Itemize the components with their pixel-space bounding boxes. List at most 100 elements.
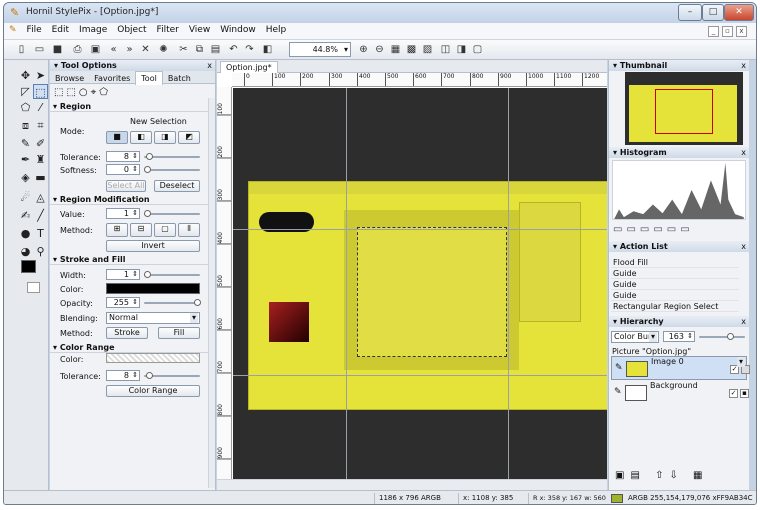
- layer-row[interactable]: ✎ Image 0 ✓: [611, 356, 750, 380]
- contract-button[interactable]: ⊟: [130, 223, 152, 237]
- range-tolerance-spin[interactable]: 8: [106, 370, 140, 381]
- color-picker-icon[interactable]: ◕: [18, 244, 33, 259]
- rect-select-tool-icon[interactable]: ⬚: [33, 84, 48, 99]
- maximize-button[interactable]: □: [702, 4, 724, 21]
- border-button[interactable]: ▢: [154, 223, 176, 237]
- expand-button[interactable]: ⊞: [106, 223, 128, 237]
- stroke-color-swatch[interactable]: [106, 283, 200, 294]
- select-all-button[interactable]: Select All: [106, 180, 146, 192]
- menu-image[interactable]: Image: [74, 23, 112, 37]
- list-item[interactable]: Guide: [611, 268, 739, 279]
- fit-window-icon[interactable]: ▦: [388, 42, 403, 57]
- zoom-tool-icon[interactable]: ⚲: [33, 244, 48, 259]
- slider-knob[interactable]: [144, 166, 151, 173]
- subtract-selection-button[interactable]: ◨: [154, 131, 176, 144]
- close-icon[interactable]: x: [741, 60, 746, 71]
- region-modification-heading[interactable]: ▾ Region Modification: [50, 195, 208, 205]
- minimize-button[interactable]: –: [678, 4, 702, 21]
- vertical-guide[interactable]: [346, 88, 347, 479]
- redo-icon[interactable]: ↷: [242, 42, 257, 57]
- effects-icon[interactable]: ✺: [156, 42, 171, 57]
- open-folder-icon[interactable]: ▭: [32, 42, 47, 57]
- slider-knob[interactable]: [144, 210, 151, 217]
- visibility-checkbox[interactable]: ✓: [729, 389, 738, 398]
- layout-single-icon[interactable]: ▢: [470, 42, 485, 57]
- pencil-icon[interactable]: ✐: [33, 136, 48, 151]
- mdi-restore-button[interactable]: ▫: [722, 26, 733, 37]
- vertical-ruler[interactable]: 100 200 300 400 500 600 700 800 900: [217, 87, 232, 479]
- layer-opacity-spin[interactable]: 163: [663, 331, 695, 342]
- slider-knob[interactable]: [194, 299, 201, 306]
- tab-batch[interactable]: Batch: [163, 72, 196, 85]
- close-icon[interactable]: x: [741, 241, 746, 252]
- layer-row[interactable]: ✎ Background ✓ ▪: [611, 381, 749, 405]
- tolerance-slider[interactable]: [144, 153, 200, 160]
- new-selection-button[interactable]: ■: [106, 131, 128, 144]
- zoom-out-icon[interactable]: ⊖: [372, 42, 387, 57]
- layer-actions[interactable]: ▣▤ ⇧⇩ ▦: [615, 470, 708, 481]
- menu-edit[interactable]: Edit: [47, 23, 74, 37]
- tab-browse[interactable]: Browse: [50, 72, 89, 85]
- layout-left-icon[interactable]: ◫: [438, 42, 453, 57]
- blending-select[interactable]: Normal: [106, 312, 200, 324]
- panel-scrollbar[interactable]: [208, 98, 215, 488]
- close-button[interactable]: ✕: [724, 4, 754, 21]
- transform-icon[interactable]: ⧈: [18, 118, 33, 133]
- paste-icon[interactable]: ▤: [208, 42, 223, 57]
- color-range-button[interactable]: Color Range: [106, 385, 200, 397]
- range-tolerance-slider[interactable]: [144, 372, 200, 379]
- background-color-swatch[interactable]: [27, 282, 40, 293]
- actual-size-icon[interactable]: ▩: [404, 42, 419, 57]
- prev-image-icon[interactable]: «: [106, 42, 121, 57]
- zoom-in-icon[interactable]: ⊕: [356, 42, 371, 57]
- horizontal-guide[interactable]: [233, 375, 607, 376]
- print-icon[interactable]: ⎙: [70, 42, 85, 57]
- intersect-selection-button[interactable]: ◩: [178, 131, 200, 144]
- eraser-icon[interactable]: ◈: [18, 170, 33, 185]
- slider-knob[interactable]: [146, 372, 153, 379]
- stroke-fill-heading[interactable]: ▾ Stroke and Fill: [50, 255, 208, 265]
- range-color-swatch[interactable]: [106, 353, 200, 363]
- list-item[interactable]: Guide: [611, 290, 739, 301]
- slider-knob[interactable]: [144, 271, 151, 278]
- magic-wand-icon[interactable]: ⁄: [33, 100, 48, 115]
- lock-checkbox[interactable]: ▪: [740, 389, 749, 398]
- lasso-tool-icon[interactable]: ◸: [18, 84, 33, 99]
- vertical-guide[interactable]: [508, 88, 509, 479]
- bucket-icon[interactable]: ◬: [33, 190, 48, 205]
- smooth-button[interactable]: ⫴: [178, 223, 200, 237]
- horizontal-ruler[interactable]: 0 100 200 300 400 500 600 700 800 900 10…: [232, 73, 607, 87]
- slider-knob[interactable]: [146, 153, 153, 160]
- invert-button[interactable]: Invert: [106, 240, 200, 252]
- close-icon[interactable]: x: [741, 316, 746, 327]
- menu-file[interactable]: File: [22, 23, 47, 37]
- tolerance-spin[interactable]: 8: [106, 151, 140, 162]
- mdi-minimize-button[interactable]: _: [708, 26, 719, 37]
- text-tool-icon[interactable]: T: [33, 226, 48, 241]
- polygon-select-icon[interactable]: ⬠: [18, 100, 33, 115]
- move-tool-icon[interactable]: ✥: [18, 68, 33, 83]
- close-image-icon[interactable]: ✕: [138, 42, 153, 57]
- stamp-icon[interactable]: ♜: [33, 152, 48, 167]
- layout-split-icon[interactable]: ◨: [454, 42, 469, 57]
- menu-window[interactable]: Window: [215, 23, 261, 37]
- menu-filter[interactable]: Filter: [152, 23, 184, 37]
- close-icon[interactable]: x: [741, 147, 746, 158]
- softness-slider[interactable]: [144, 166, 200, 173]
- line-icon[interactable]: ╱: [33, 208, 48, 223]
- next-image-icon[interactable]: »: [122, 42, 137, 57]
- foreground-color-swatch[interactable]: [21, 260, 36, 273]
- canvas[interactable]: [233, 88, 607, 479]
- menu-help[interactable]: Help: [261, 23, 292, 37]
- zoom-select[interactable]: 44.8%: [289, 42, 351, 57]
- opacity-slider[interactable]: [144, 299, 201, 306]
- mdi-close-button[interactable]: x: [736, 26, 747, 37]
- horizontal-guide[interactable]: [233, 229, 607, 230]
- close-icon[interactable]: x: [207, 60, 212, 71]
- pointer-tool-icon[interactable]: ➤: [33, 68, 48, 83]
- copy-icon[interactable]: ⧉: [192, 42, 207, 57]
- brush-icon[interactable]: ✎: [18, 136, 33, 151]
- width-slider[interactable]: [144, 271, 200, 278]
- region-heading[interactable]: ▾ Region: [50, 102, 208, 112]
- list-item[interactable]: Flood Fill: [611, 257, 739, 268]
